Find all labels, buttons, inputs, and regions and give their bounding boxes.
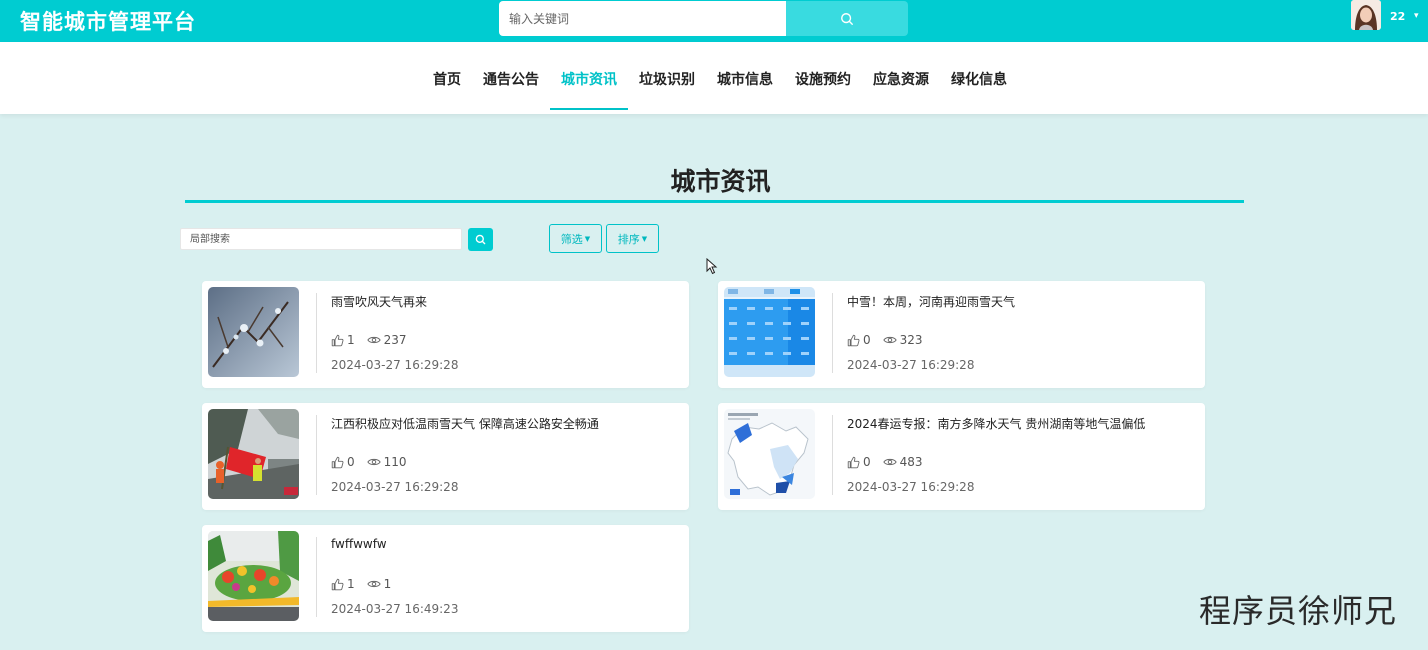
sort-dropdown-button[interactable]: 排序 ▼ [606, 224, 659, 253]
article-title[interactable]: 雨雪吹风天气再来 [331, 293, 427, 310]
article-stats: 0 110 [331, 455, 419, 469]
article-title[interactable]: 江西积极应对低温雨雪天气 保障高速公路安全畅通 [331, 415, 599, 432]
view-count: 1 [383, 577, 392, 591]
global-search [499, 1, 908, 36]
filter-dropdown-button[interactable]: 筛选 ▼ [549, 224, 602, 253]
app-brand[interactable]: 智能城市管理平台 [20, 6, 196, 36]
title-underline [185, 200, 1244, 203]
article-card[interactable]: 江西积极应对低温雨雪天气 保障高速公路安全畅通 0 110 2024-03-27… [202, 403, 689, 510]
article-stats: 0 323 [847, 333, 935, 347]
local-search-button[interactable] [468, 228, 493, 251]
top-bar: 智能城市管理平台 22 ▾ [0, 0, 1428, 42]
card-divider [316, 415, 317, 495]
view-count: 110 [383, 455, 407, 469]
user-menu-caret-icon[interactable]: ▾ [1414, 11, 1419, 21]
article-card[interactable]: 2024春运专报：南方多降水天气 贵州湖南等地气温偏低 0 483 2024-0… [718, 403, 1205, 510]
nav-item-facility-booking[interactable]: 设施预约 [784, 42, 862, 110]
nav-item-greening-info[interactable]: 绿化信息 [940, 42, 1018, 110]
like-count: 0 [863, 455, 871, 469]
nav-item-city-info[interactable]: 城市信息 [706, 42, 784, 110]
article-thumbnail[interactable] [208, 287, 299, 377]
card-divider [316, 293, 317, 373]
article-title[interactable]: 中雪！本周，河南再迎雨雪天气 [847, 293, 1015, 310]
caret-down-icon: ▼ [584, 234, 591, 243]
card-divider [832, 415, 833, 495]
eye-icon [882, 336, 897, 344]
article-thumbnail[interactable] [208, 409, 299, 499]
like-count: 0 [347, 455, 355, 469]
thumbs-up-icon[interactable] [331, 456, 344, 469]
view-count: 483 [899, 455, 923, 469]
like-count: 1 [347, 577, 355, 591]
article-date: 2024-03-27 16:29:28 [331, 358, 459, 372]
thumbs-up-icon[interactable] [331, 578, 344, 591]
like-count: 1 [347, 333, 355, 347]
article-stats: 1 237 [331, 333, 419, 347]
user-avatar[interactable] [1351, 0, 1381, 30]
article-stats: 0 483 [847, 455, 935, 469]
eye-icon [366, 336, 381, 344]
thumbs-up-icon[interactable] [331, 334, 344, 347]
eye-icon [366, 580, 381, 588]
global-search-button[interactable] [786, 1, 908, 36]
local-search-input[interactable] [180, 228, 462, 250]
mouse-cursor-icon [706, 258, 718, 275]
thumbs-up-icon[interactable] [847, 456, 860, 469]
article-thumbnail[interactable] [208, 531, 299, 621]
eye-icon [366, 458, 381, 466]
caret-down-icon: ▼ [641, 234, 648, 243]
nav-item-emergency-resources[interactable]: 应急资源 [862, 42, 940, 110]
article-thumbnail[interactable] [724, 409, 815, 499]
main-nav-bar: 首页 通告公告 城市资讯 垃圾识别 城市信息 设施预约 应急资源 绿化信息 [0, 42, 1428, 114]
search-icon [475, 234, 486, 245]
article-date: 2024-03-27 16:49:23 [331, 602, 459, 616]
nav-item-garbage-recognition[interactable]: 垃圾识别 [628, 42, 706, 110]
article-date: 2024-03-27 16:29:28 [331, 480, 459, 494]
article-card[interactable]: 中雪！本周，河南再迎雨雪天气 0 323 2024-03-27 16:29:28 [718, 281, 1205, 388]
main-nav: 首页 通告公告 城市资讯 垃圾识别 城市信息 设施预约 应急资源 绿化信息 [422, 42, 1018, 114]
search-icon [841, 12, 853, 25]
username[interactable]: 22 [1390, 10, 1405, 23]
article-date: 2024-03-27 16:29:28 [847, 358, 975, 372]
nav-item-home[interactable]: 首页 [422, 42, 472, 110]
article-title[interactable]: 2024春运专报：南方多降水天气 贵州湖南等地气温偏低 [847, 415, 1145, 432]
article-thumbnail[interactable] [724, 287, 815, 377]
like-count: 0 [863, 333, 871, 347]
nav-item-announcements[interactable]: 通告公告 [472, 42, 550, 110]
article-stats: 1 1 [331, 577, 403, 591]
article-card[interactable]: fwffwwfw 1 1 2024-03-27 16:49:23 [202, 525, 689, 632]
sort-label: 排序 [617, 232, 640, 246]
view-count: 237 [383, 333, 407, 347]
card-divider [832, 293, 833, 373]
view-count: 323 [899, 333, 923, 347]
thumbs-up-icon[interactable] [847, 334, 860, 347]
article-card[interactable]: 雨雪吹风天气再来 1 237 2024-03-27 16:29:28 [202, 281, 689, 388]
watermark-text: 程序员徐师兄 [1199, 592, 1398, 630]
card-divider [316, 537, 317, 617]
article-date: 2024-03-27 16:29:28 [847, 480, 975, 494]
filter-label: 筛选 [560, 232, 583, 246]
nav-item-city-news[interactable]: 城市资讯 [550, 42, 628, 110]
article-title[interactable]: fwffwwfw [331, 537, 387, 551]
page-title: 城市资讯 [670, 167, 771, 196]
global-search-input[interactable] [499, 1, 786, 36]
eye-icon [882, 458, 897, 466]
